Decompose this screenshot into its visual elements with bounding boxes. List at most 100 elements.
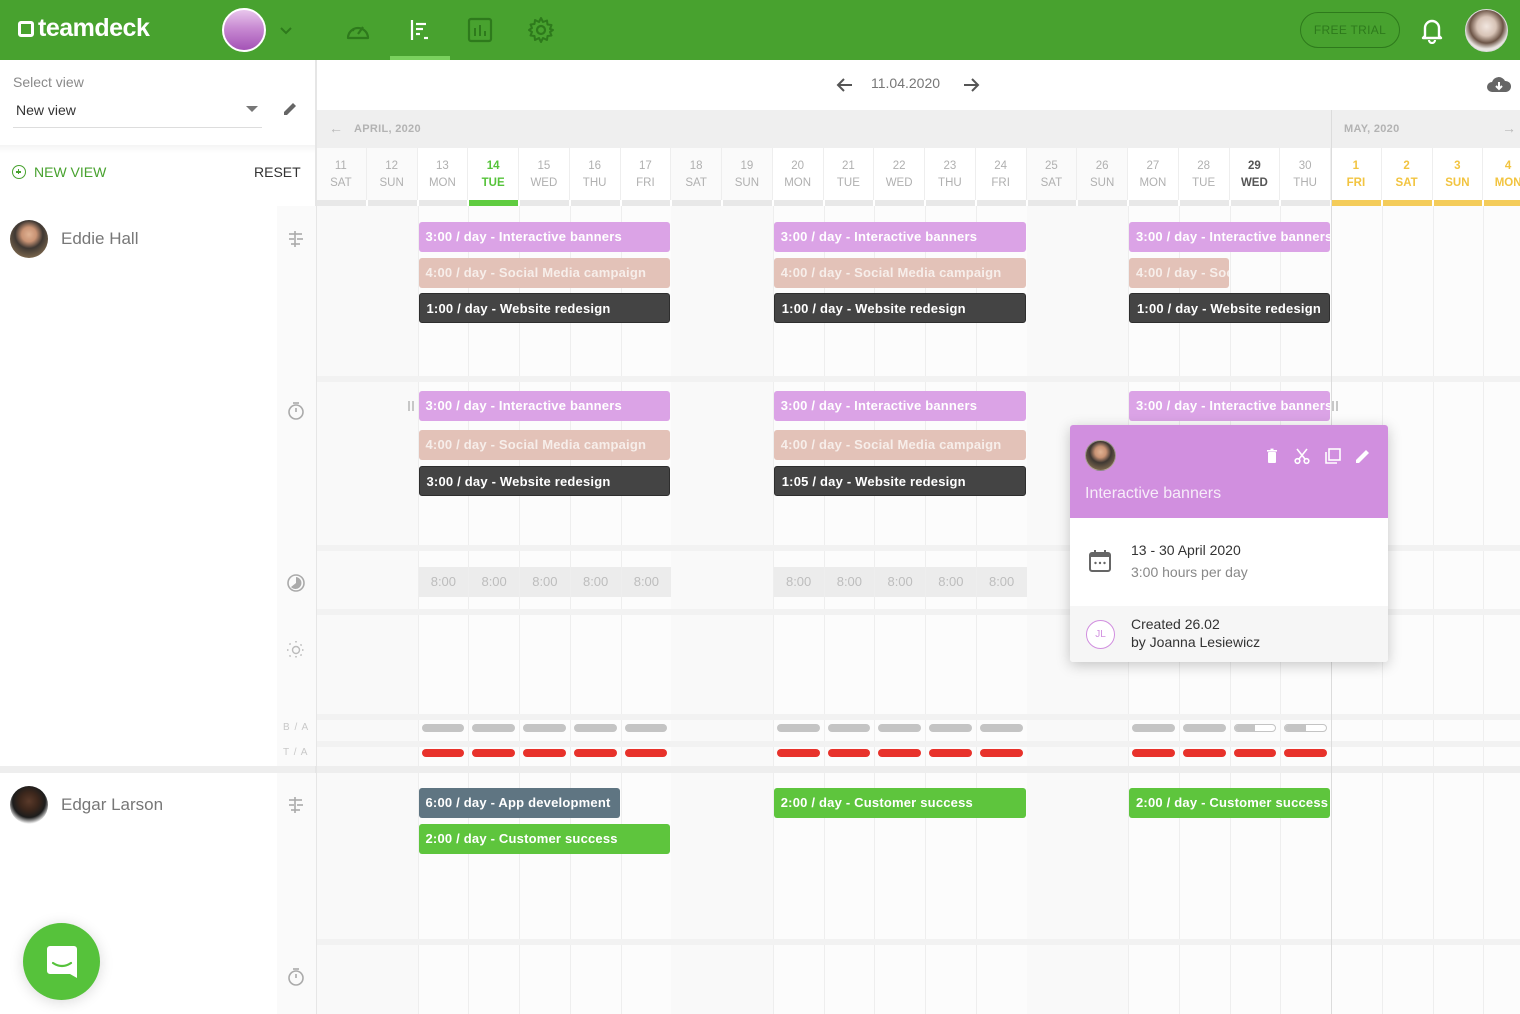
ta-label: T / A: [283, 747, 309, 758]
resize-handle[interactable]: [408, 401, 414, 411]
day-header[interactable]: 27 MON: [1128, 148, 1179, 200]
day-header[interactable]: 15 WED: [519, 148, 570, 200]
day-header[interactable]: 25 SAT: [1026, 148, 1078, 200]
stopwatch-icon[interactable]: [286, 401, 306, 421]
task-bar[interactable]: 4:00 / day - Social Media campaign: [418, 258, 671, 288]
nav-scheduler[interactable]: [404, 14, 436, 46]
day-number: 17: [638, 160, 652, 172]
planned-tasks-icon[interactable]: [286, 229, 306, 249]
chat-launcher-button[interactable]: [23, 923, 100, 1000]
next-month-arrow-icon[interactable]: →: [1502, 120, 1516, 136]
day-of-week: WED: [530, 177, 558, 189]
day-header[interactable]: 23 THU: [925, 148, 976, 200]
day-header[interactable]: 24 FRI: [976, 148, 1027, 200]
day-header[interactable]: 19 SUN: [722, 148, 773, 200]
day-header[interactable]: 11 SAT: [316, 148, 367, 200]
nav-settings[interactable]: [525, 14, 557, 46]
day-header[interactable]: 20 MON: [773, 148, 824, 200]
task-bar[interactable]: 3:00 / day - Interactive banners: [773, 222, 1026, 252]
task-bar[interactable]: 3:00 / day - Website redesign: [418, 466, 671, 496]
day-header[interactable]: 30 THU: [1280, 148, 1331, 200]
day-header[interactable]: 18 SAT: [671, 148, 722, 200]
day-of-week: TUE: [836, 177, 860, 189]
task-bar[interactable]: 3:00 / day - Interactive banners: [773, 391, 1026, 421]
task-bar[interactable]: 4:00 / day - Social Media campaign: [773, 258, 1026, 288]
person-edgar-larson[interactable]: Edgar Larson: [10, 786, 163, 824]
day-header[interactable]: 1 FRI: [1331, 148, 1382, 200]
day-header[interactable]: 14 TUE: [468, 148, 519, 200]
nav-dashboard[interactable]: [342, 14, 374, 46]
gear-icon: [528, 17, 554, 43]
day-capacity-strip: [1179, 200, 1229, 206]
user-avatar[interactable]: [1465, 9, 1508, 52]
task-bar[interactable]: 2:00 / day - Customer success: [1129, 788, 1330, 818]
day-header[interactable]: 26 SUN: [1077, 148, 1128, 200]
sun-icon[interactable]: [286, 640, 306, 660]
pencil-icon[interactable]: [1354, 447, 1372, 465]
day-header[interactable]: 17 FRI: [621, 148, 672, 200]
dropdown-caret-icon[interactable]: [246, 106, 258, 112]
copy-icon[interactable]: [1324, 447, 1342, 465]
task-bar[interactable]: 2:00 / day - Customer success: [773, 788, 1026, 818]
task-bar[interactable]: 2:00 / day - Customer success: [418, 824, 671, 854]
day-of-week: SUN: [1089, 177, 1115, 189]
chevron-down-icon[interactable]: [276, 20, 296, 40]
task-bar[interactable]: 3:00 / day - Interactive banners: [1129, 391, 1330, 421]
planned-tasks-icon[interactable]: [286, 795, 306, 815]
person-eddie-hall[interactable]: Eddie Hall: [10, 220, 139, 258]
pencil-icon[interactable]: [281, 100, 299, 118]
day-header[interactable]: 12 SUN: [366, 148, 418, 200]
workspace-avatar[interactable]: [222, 8, 266, 52]
arrow-right-icon[interactable]: [960, 74, 982, 96]
trash-icon[interactable]: [1263, 447, 1281, 465]
task-bar[interactable]: 1:05 / day - Website redesign: [773, 466, 1026, 496]
prev-month-arrow-icon[interactable]: ←: [329, 120, 343, 136]
bell-icon[interactable]: [1418, 16, 1446, 44]
availability-cell: 8:00: [570, 567, 621, 597]
task-bar[interactable]: 4:00 / day - Social Media campaign: [1129, 258, 1229, 288]
month-label-april: APRIL, 2020: [354, 123, 421, 135]
task-bar[interactable]: 3:00 / day - Interactive banners: [418, 391, 671, 421]
task-bar[interactable]: 1:00 / day - Website redesign: [418, 293, 671, 323]
day-number: 13: [435, 160, 449, 172]
free-trial-button[interactable]: FREE TRIAL: [1300, 12, 1400, 48]
day-header[interactable]: 4 MON: [1483, 148, 1520, 200]
month-bar: [317, 110, 1520, 148]
task-bar[interactable]: 4:00 / day - Social Media campaign: [418, 430, 671, 460]
task-bar[interactable]: 4:00 / day - Social Media campaign: [773, 430, 1026, 460]
day-number: 25: [1044, 160, 1058, 172]
cloud-download-icon[interactable]: [1486, 74, 1512, 96]
day-header[interactable]: 21 TUE: [824, 148, 875, 200]
day-capacity-strip: [621, 200, 671, 206]
new-view-button[interactable]: NEW VIEW: [12, 164, 106, 180]
day-of-week: SUN: [1445, 177, 1470, 189]
day-header[interactable]: 16 THU: [570, 148, 621, 200]
creator-initials-avatar: JL: [1086, 620, 1115, 649]
day-header[interactable]: 29 WED: [1230, 148, 1281, 200]
stopwatch-icon[interactable]: [286, 967, 306, 987]
month-label-may: MAY, 2020: [1344, 123, 1400, 135]
task-bar[interactable]: 1:00 / day - Website redesign: [1129, 293, 1330, 323]
task-bar[interactable]: 3:00 / day - Interactive banners: [1129, 222, 1330, 252]
task-bar[interactable]: 1:00 / day - Website redesign: [773, 293, 1026, 323]
task-bar[interactable]: 6:00 / day - App development: [418, 788, 620, 818]
task-bar[interactable]: 3:00 / day - Interactive banners: [418, 222, 671, 252]
day-header[interactable]: 22 WED: [874, 148, 925, 200]
day-header[interactable]: 3 SUN: [1433, 148, 1484, 200]
teamdeck-logo[interactable]: teamdeck: [18, 14, 150, 43]
nav-reports[interactable]: [464, 14, 496, 46]
resize-handle[interactable]: [1332, 401, 1338, 411]
view-select[interactable]: New view: [16, 102, 76, 118]
availability-cell: 8:00: [824, 567, 875, 597]
reset-button[interactable]: RESET: [254, 164, 301, 180]
arrow-left-icon[interactable]: [834, 74, 856, 96]
scissors-icon[interactable]: [1293, 447, 1311, 465]
day-of-week: THU: [1293, 177, 1317, 189]
day-number: 24: [994, 160, 1008, 172]
day-header[interactable]: 28 TUE: [1179, 148, 1230, 200]
timeline-icon: [410, 20, 428, 40]
availability-icon[interactable]: [286, 573, 306, 593]
day-header[interactable]: 13 MON: [418, 148, 469, 200]
day-header[interactable]: 2 SAT: [1382, 148, 1433, 200]
availability-cell: 8:00: [520, 567, 570, 597]
